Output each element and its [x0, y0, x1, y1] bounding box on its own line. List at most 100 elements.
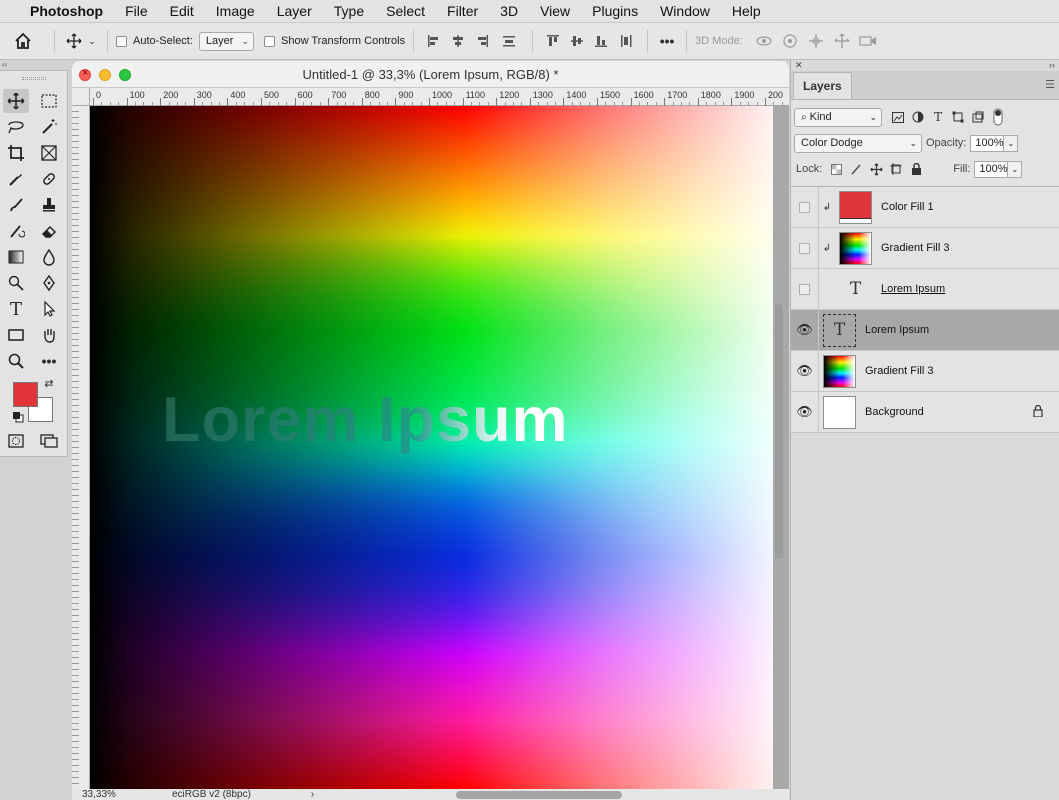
filter-shape-icon[interactable]	[948, 108, 968, 126]
ruler-origin[interactable]	[72, 88, 90, 106]
layer-row[interactable]: ↲ Color Fill 1	[791, 186, 1059, 228]
filter-adjustment-icon[interactable]	[908, 108, 928, 126]
menu-file[interactable]: File	[125, 3, 148, 19]
type-tool-icon[interactable]: T	[3, 297, 29, 321]
healing-brush-tool-icon[interactable]	[36, 167, 62, 191]
menu-window[interactable]: Window	[660, 3, 710, 19]
align-bottom-icon[interactable]	[589, 34, 613, 48]
toolbox-grip[interactable]	[0, 71, 67, 85]
path-selection-tool-icon[interactable]	[36, 297, 62, 321]
lasso-tool-icon[interactable]	[3, 115, 29, 139]
filter-type-icon[interactable]: T	[928, 108, 948, 126]
filter-pixel-icon[interactable]	[888, 108, 908, 126]
pen-tool-icon[interactable]	[36, 271, 62, 295]
toolbox-collapse-icon[interactable]: ‹‹	[0, 60, 70, 70]
visibility-toggle[interactable]: 👁	[791, 309, 819, 351]
menu-app-name[interactable]: Photoshop	[30, 3, 103, 19]
3d-slide-icon[interactable]	[829, 33, 855, 49]
home-icon[interactable]	[0, 32, 46, 50]
layer-name[interactable]: Background	[865, 406, 924, 418]
opacity-input[interactable]: 100%	[970, 134, 1005, 152]
menu-edit[interactable]: Edit	[170, 3, 194, 19]
history-brush-tool-icon[interactable]	[3, 219, 29, 243]
menu-view[interactable]: View	[540, 3, 570, 19]
chevron-down-icon[interactable]: ⌄	[85, 36, 99, 47]
menu-filter[interactable]: Filter	[447, 3, 478, 19]
lock-pixels-icon[interactable]	[846, 160, 866, 178]
canvas-text-layer[interactable]: Lorem Ipsum	[162, 384, 722, 464]
layer-thumbnail[interactable]	[839, 190, 872, 224]
layer-row[interactable]: T Lorem Ipsum	[791, 268, 1059, 310]
panel-menu-icon[interactable]: ☰	[1045, 78, 1055, 91]
lock-artboard-icon[interactable]	[886, 160, 906, 178]
align-right-icon[interactable]	[470, 34, 494, 48]
quick-mask-icon[interactable]	[3, 429, 29, 453]
3d-pan-icon[interactable]	[803, 33, 829, 49]
menu-layer[interactable]: Layer	[277, 3, 312, 19]
swap-colors-icon[interactable]: ⇄	[42, 376, 56, 390]
move-tool-icon[interactable]	[3, 89, 29, 113]
auto-select-checkbox[interactable]	[116, 35, 127, 47]
gradient-tool-icon[interactable]	[3, 245, 29, 269]
eraser-tool-icon[interactable]	[36, 219, 62, 243]
canvas-area[interactable]: Lorem Ipsum	[90, 106, 789, 789]
3d-orbit-icon[interactable]	[751, 34, 777, 48]
lock-position-icon[interactable]	[866, 160, 886, 178]
default-colors-icon[interactable]	[11, 410, 25, 424]
layer-row-selected[interactable]: 👁 T Lorem Ipsum	[791, 309, 1059, 351]
3d-roll-icon[interactable]	[777, 33, 803, 49]
screen-mode-icon[interactable]	[36, 429, 62, 453]
layer-thumbnail[interactable]	[823, 395, 856, 429]
tab-layers[interactable]: Layers	[793, 72, 852, 99]
menu-plugins[interactable]: Plugins	[592, 3, 638, 19]
frame-tool-icon[interactable]	[36, 141, 62, 165]
text-layer-icon[interactable]: T	[839, 273, 872, 306]
layer-name[interactable]: Lorem Ipsum	[865, 324, 929, 336]
move-tool-preset-icon[interactable]	[63, 33, 85, 49]
align-top-icon[interactable]	[541, 34, 565, 48]
align-center-h-icon[interactable]	[446, 34, 470, 48]
menu-image[interactable]: Image	[216, 3, 255, 19]
layer-thumbnail[interactable]	[839, 231, 872, 265]
menu-type[interactable]: Type	[334, 3, 364, 19]
layer-name[interactable]: Color Fill 1	[881, 201, 934, 213]
visibility-toggle[interactable]: 👁	[791, 350, 819, 392]
clone-stamp-tool-icon[interactable]	[36, 193, 62, 217]
layer-row[interactable]: 👁 Background	[791, 391, 1059, 433]
vertical-ruler[interactable]	[72, 106, 90, 800]
rectangle-tool-icon[interactable]	[3, 323, 29, 347]
close-panel-icon[interactable]: ✕	[795, 60, 803, 71]
auto-select-dropdown[interactable]: Layer ⌄	[198, 31, 254, 51]
more-options-icon[interactable]: •••	[656, 33, 678, 49]
collapse-panel-icon[interactable]: ››	[1049, 60, 1055, 71]
filter-kind-dropdown[interactable]: ⌕ Kind ⌄	[794, 107, 882, 127]
more-tools-icon[interactable]: •••	[36, 349, 62, 373]
hand-tool-icon[interactable]	[36, 323, 62, 347]
filter-smart-object-icon[interactable]	[968, 108, 988, 126]
show-transform-checkbox[interactable]	[264, 35, 275, 47]
layer-name[interactable]: Lorem Ipsum	[881, 283, 945, 295]
zoom-tool-icon[interactable]	[3, 349, 29, 373]
menu-help[interactable]: Help	[732, 3, 761, 19]
layer-row[interactable]: 👁 Gradient Fill 3	[791, 350, 1059, 392]
eyedropper-tool-icon[interactable]	[3, 167, 29, 191]
lock-all-icon[interactable]	[906, 160, 926, 178]
horizontal-scrollbar[interactable]	[456, 791, 622, 799]
visibility-toggle[interactable]	[791, 268, 819, 310]
layer-thumbnail[interactable]	[823, 354, 856, 388]
layer-name[interactable]: Gradient Fill 3	[865, 365, 933, 377]
menu-3d[interactable]: 3D	[500, 3, 518, 19]
magic-wand-tool-icon[interactable]	[36, 115, 62, 139]
text-layer-icon[interactable]: T	[823, 313, 856, 347]
status-menu-arrow[interactable]: ›	[311, 789, 314, 800]
blur-tool-icon[interactable]	[36, 245, 62, 269]
3d-camera-icon[interactable]	[855, 35, 881, 47]
marquee-tool-icon[interactable]	[36, 89, 62, 113]
zoom-level[interactable]: 33,33%	[72, 789, 152, 800]
layer-name[interactable]: Gradient Fill 3	[881, 242, 949, 254]
distribute-icon[interactable]	[494, 34, 524, 48]
layer-row[interactable]: ↲ Gradient Fill 3	[791, 227, 1059, 269]
visibility-toggle[interactable]: 👁	[791, 391, 819, 433]
blend-mode-dropdown[interactable]: Color Dodge ⌄	[794, 133, 922, 153]
brush-tool-icon[interactable]	[3, 193, 29, 217]
